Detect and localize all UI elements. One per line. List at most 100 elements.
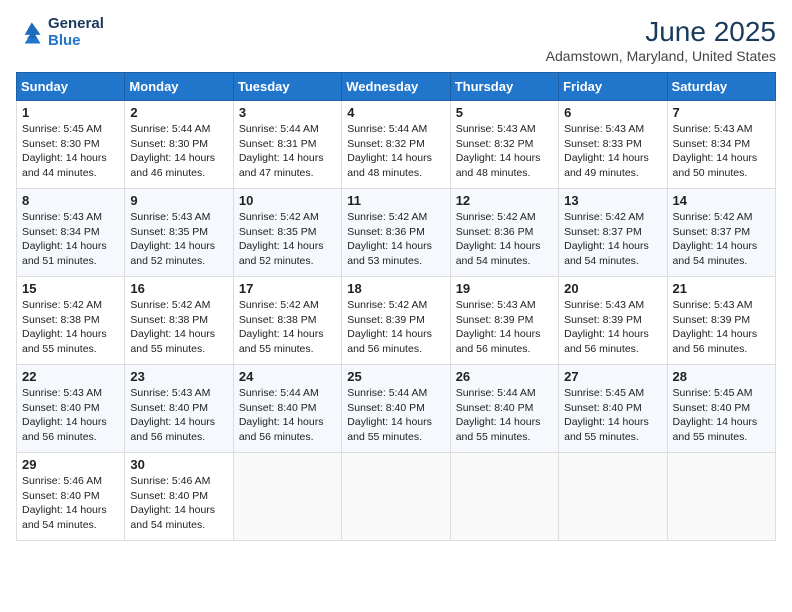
day-number: 26 (456, 369, 553, 384)
daylight-hours: Daylight: 14 hours (22, 239, 119, 254)
day-content: Sunrise: 5:42 AMSunset: 8:36 PMDaylight:… (456, 210, 553, 269)
calendar-day-cell: 2Sunrise: 5:44 AMSunset: 8:30 PMDaylight… (125, 101, 233, 189)
daylight-hours: Daylight: 14 hours (239, 239, 336, 254)
daylight-mins: and 56 minutes. (22, 430, 119, 445)
day-number: 28 (673, 369, 770, 384)
calendar-week-row: 15Sunrise: 5:42 AMSunset: 8:38 PMDayligh… (17, 277, 776, 365)
day-number: 11 (347, 193, 444, 208)
day-content: Sunrise: 5:43 AMSunset: 8:40 PMDaylight:… (22, 386, 119, 445)
sunset-text: Sunset: 8:40 PM (22, 401, 119, 416)
calendar-table: SundayMondayTuesdayWednesdayThursdayFrid… (16, 72, 776, 541)
daylight-hours: Daylight: 14 hours (239, 151, 336, 166)
daylight-mins: and 55 minutes. (456, 430, 553, 445)
sunset-text: Sunset: 8:40 PM (673, 401, 770, 416)
day-content: Sunrise: 5:42 AMSunset: 8:37 PMDaylight:… (673, 210, 770, 269)
sunset-text: Sunset: 8:40 PM (22, 489, 119, 504)
daylight-mins: and 56 minutes. (673, 342, 770, 357)
day-content: Sunrise: 5:42 AMSunset: 8:38 PMDaylight:… (239, 298, 336, 357)
empty-day-cell (450, 453, 558, 541)
calendar-day-cell: 11Sunrise: 5:42 AMSunset: 8:36 PMDayligh… (342, 189, 450, 277)
daylight-mins: and 56 minutes. (347, 342, 444, 357)
calendar-week-row: 8Sunrise: 5:43 AMSunset: 8:34 PMDaylight… (17, 189, 776, 277)
day-number: 13 (564, 193, 661, 208)
calendar-day-cell: 20Sunrise: 5:43 AMSunset: 8:39 PMDayligh… (559, 277, 667, 365)
daylight-mins: and 55 minutes. (22, 342, 119, 357)
daylight-hours: Daylight: 14 hours (673, 415, 770, 430)
daylight-mins: and 54 minutes. (456, 254, 553, 269)
daylight-hours: Daylight: 14 hours (347, 415, 444, 430)
day-of-week-header: Sunday (17, 73, 125, 101)
sunset-text: Sunset: 8:40 PM (239, 401, 336, 416)
sunset-text: Sunset: 8:31 PM (239, 137, 336, 152)
sunset-text: Sunset: 8:33 PM (564, 137, 661, 152)
daylight-hours: Daylight: 14 hours (22, 327, 119, 342)
sunrise-text: Sunrise: 5:43 AM (564, 298, 661, 313)
sunset-text: Sunset: 8:37 PM (673, 225, 770, 240)
sunset-text: Sunset: 8:32 PM (456, 137, 553, 152)
day-number: 1 (22, 105, 119, 120)
day-number: 3 (239, 105, 336, 120)
logo-blue: Blue (48, 33, 104, 50)
sunrise-text: Sunrise: 5:44 AM (456, 386, 553, 401)
sunset-text: Sunset: 8:38 PM (239, 313, 336, 328)
day-number: 9 (130, 193, 227, 208)
sunrise-text: Sunrise: 5:45 AM (22, 122, 119, 137)
daylight-mins: and 54 minutes. (564, 254, 661, 269)
sunset-text: Sunset: 8:38 PM (22, 313, 119, 328)
sunrise-text: Sunrise: 5:42 AM (239, 298, 336, 313)
daylight-hours: Daylight: 14 hours (673, 151, 770, 166)
calendar-day-cell: 18Sunrise: 5:42 AMSunset: 8:39 PMDayligh… (342, 277, 450, 365)
sunset-text: Sunset: 8:36 PM (456, 225, 553, 240)
day-number: 16 (130, 281, 227, 296)
sunrise-text: Sunrise: 5:42 AM (22, 298, 119, 313)
calendar-week-row: 29Sunrise: 5:46 AMSunset: 8:40 PMDayligh… (17, 453, 776, 541)
day-content: Sunrise: 5:43 AMSunset: 8:39 PMDaylight:… (456, 298, 553, 357)
daylight-mins: and 44 minutes. (22, 166, 119, 181)
day-number: 15 (22, 281, 119, 296)
day-number: 7 (673, 105, 770, 120)
sunset-text: Sunset: 8:35 PM (239, 225, 336, 240)
sunset-text: Sunset: 8:35 PM (130, 225, 227, 240)
day-of-week-header: Friday (559, 73, 667, 101)
calendar-day-cell: 17Sunrise: 5:42 AMSunset: 8:38 PMDayligh… (233, 277, 341, 365)
daylight-mins: and 55 minutes. (130, 342, 227, 357)
daylight-mins: and 55 minutes. (239, 342, 336, 357)
day-number: 10 (239, 193, 336, 208)
daylight-hours: Daylight: 14 hours (564, 327, 661, 342)
calendar-day-cell: 19Sunrise: 5:43 AMSunset: 8:39 PMDayligh… (450, 277, 558, 365)
sunset-text: Sunset: 8:37 PM (564, 225, 661, 240)
day-of-week-header: Monday (125, 73, 233, 101)
daylight-mins: and 54 minutes. (22, 518, 119, 533)
day-content: Sunrise: 5:43 AMSunset: 8:33 PMDaylight:… (564, 122, 661, 181)
sunrise-text: Sunrise: 5:45 AM (673, 386, 770, 401)
empty-day-cell (667, 453, 775, 541)
daylight-hours: Daylight: 14 hours (22, 151, 119, 166)
day-content: Sunrise: 5:43 AMSunset: 8:32 PMDaylight:… (456, 122, 553, 181)
daylight-hours: Daylight: 14 hours (564, 239, 661, 254)
daylight-hours: Daylight: 14 hours (564, 415, 661, 430)
day-number: 25 (347, 369, 444, 384)
day-number: 30 (130, 457, 227, 472)
calendar-day-cell: 16Sunrise: 5:42 AMSunset: 8:38 PMDayligh… (125, 277, 233, 365)
calendar-week-row: 22 Sunrise: 5:43 AMSunset: 8:40 PMDayligh… (17, 365, 776, 453)
day-content: Sunrise: 5:43 AMSunset: 8:34 PMDaylight:… (673, 122, 770, 181)
daylight-mins: and 54 minutes. (130, 518, 227, 533)
empty-day-cell (342, 453, 450, 541)
sunrise-text: Sunrise: 5:42 AM (456, 210, 553, 225)
daylight-mins: and 48 minutes. (456, 166, 553, 181)
calendar-day-cell: 10Sunrise: 5:42 AMSunset: 8:35 PMDayligh… (233, 189, 341, 277)
sunrise-text: Sunrise: 5:45 AM (564, 386, 661, 401)
day-number: 5 (456, 105, 553, 120)
daylight-mins: and 54 minutes. (673, 254, 770, 269)
day-number: 22 (22, 369, 119, 384)
day-of-week-header: Saturday (667, 73, 775, 101)
day-of-week-header: Tuesday (233, 73, 341, 101)
daylight-mins: and 56 minutes. (130, 430, 227, 445)
daylight-hours: Daylight: 14 hours (456, 327, 553, 342)
day-number: 23 (130, 369, 227, 384)
day-content: Sunrise: 5:44 AMSunset: 8:31 PMDaylight:… (239, 122, 336, 181)
sunset-text: Sunset: 8:34 PM (673, 137, 770, 152)
day-number: 6 (564, 105, 661, 120)
sunset-text: Sunset: 8:40 PM (564, 401, 661, 416)
daylight-mins: and 56 minutes. (456, 342, 553, 357)
